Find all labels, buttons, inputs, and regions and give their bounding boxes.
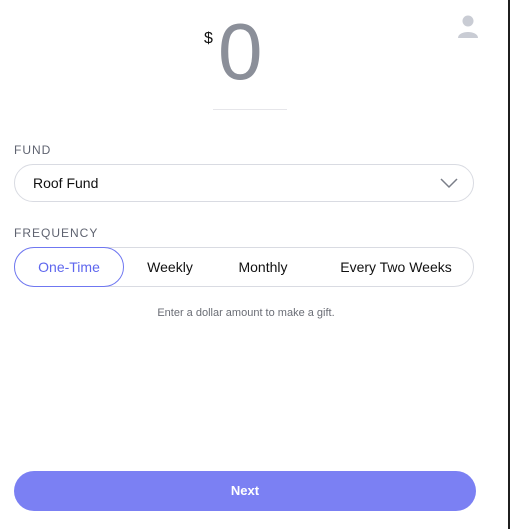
user-icon[interactable] xyxy=(457,14,479,40)
frequency-option-weekly[interactable]: Weekly xyxy=(133,248,207,286)
amount-value: 0 xyxy=(218,7,263,96)
frequency-option-one-time[interactable]: One-Time xyxy=(14,247,124,287)
give-form: $ 0 FUND Roof Fund FREQUENCY One-Time We… xyxy=(0,0,512,529)
frequency-option-monthly[interactable]: Monthly xyxy=(223,248,303,286)
frequency-option-every-two-weeks[interactable]: Every Two Weeks xyxy=(321,248,471,286)
next-button[interactable]: Next xyxy=(14,471,476,511)
fund-label: FUND xyxy=(14,143,52,157)
fund-select[interactable]: Roof Fund xyxy=(14,164,474,202)
window-border xyxy=(508,0,510,529)
fund-selected-value: Roof Fund xyxy=(33,175,99,191)
chevron-down-icon xyxy=(439,175,459,191)
frequency-label: FREQUENCY xyxy=(14,226,99,240)
amount-display[interactable]: $ 0 xyxy=(190,12,320,108)
frequency-selector: One-Time Weekly Monthly Every Two Weeks xyxy=(14,247,474,287)
amount-underline xyxy=(213,109,287,110)
currency-symbol: $ xyxy=(204,30,213,47)
amount-hint: Enter a dollar amount to make a gift. xyxy=(157,307,335,319)
